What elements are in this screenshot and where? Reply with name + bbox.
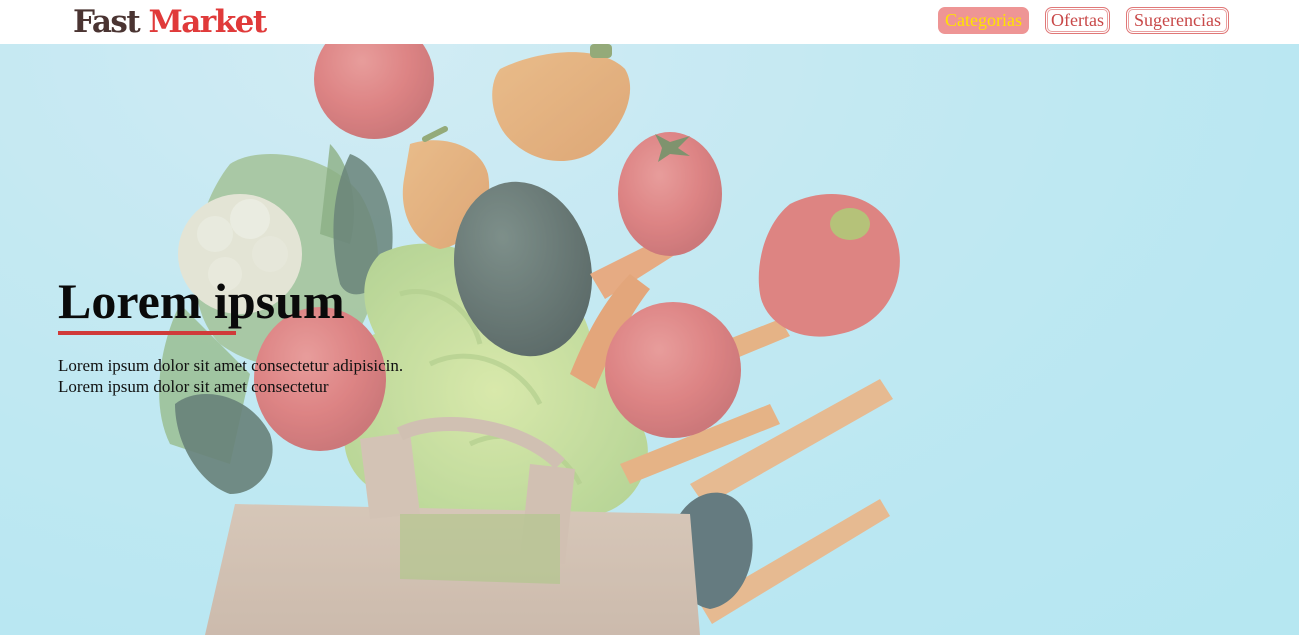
nav-ofertas-button[interactable]: Ofertas (1045, 7, 1110, 34)
hero-description-line-1: Lorem ipsum dolor sit amet consectetur a… (58, 356, 404, 375)
hero-description: Lorem ipsum dolor sit amet consectetur a… (58, 355, 403, 397)
hero-title: Lorem ipsum (58, 273, 345, 329)
title-underline (58, 331, 236, 335)
nav-categorias-button[interactable]: Categorias (938, 7, 1029, 34)
nav-sugerencias-button[interactable]: Sugerencias (1126, 7, 1229, 34)
hero-text-block: Lorem ipsum Lorem ipsum dolor sit amet c… (58, 273, 403, 397)
hero-banner: Lorem ipsum Lorem ipsum dolor sit amet c… (0, 44, 1299, 635)
top-header: Fast Market Categorias Ofertas Sugerenci… (0, 0, 1299, 44)
hero-description-line-2: Lorem ipsum dolor sit amet consectetur (58, 377, 329, 396)
main-nav: Categorias Ofertas Sugerencias (0, 7, 1299, 35)
